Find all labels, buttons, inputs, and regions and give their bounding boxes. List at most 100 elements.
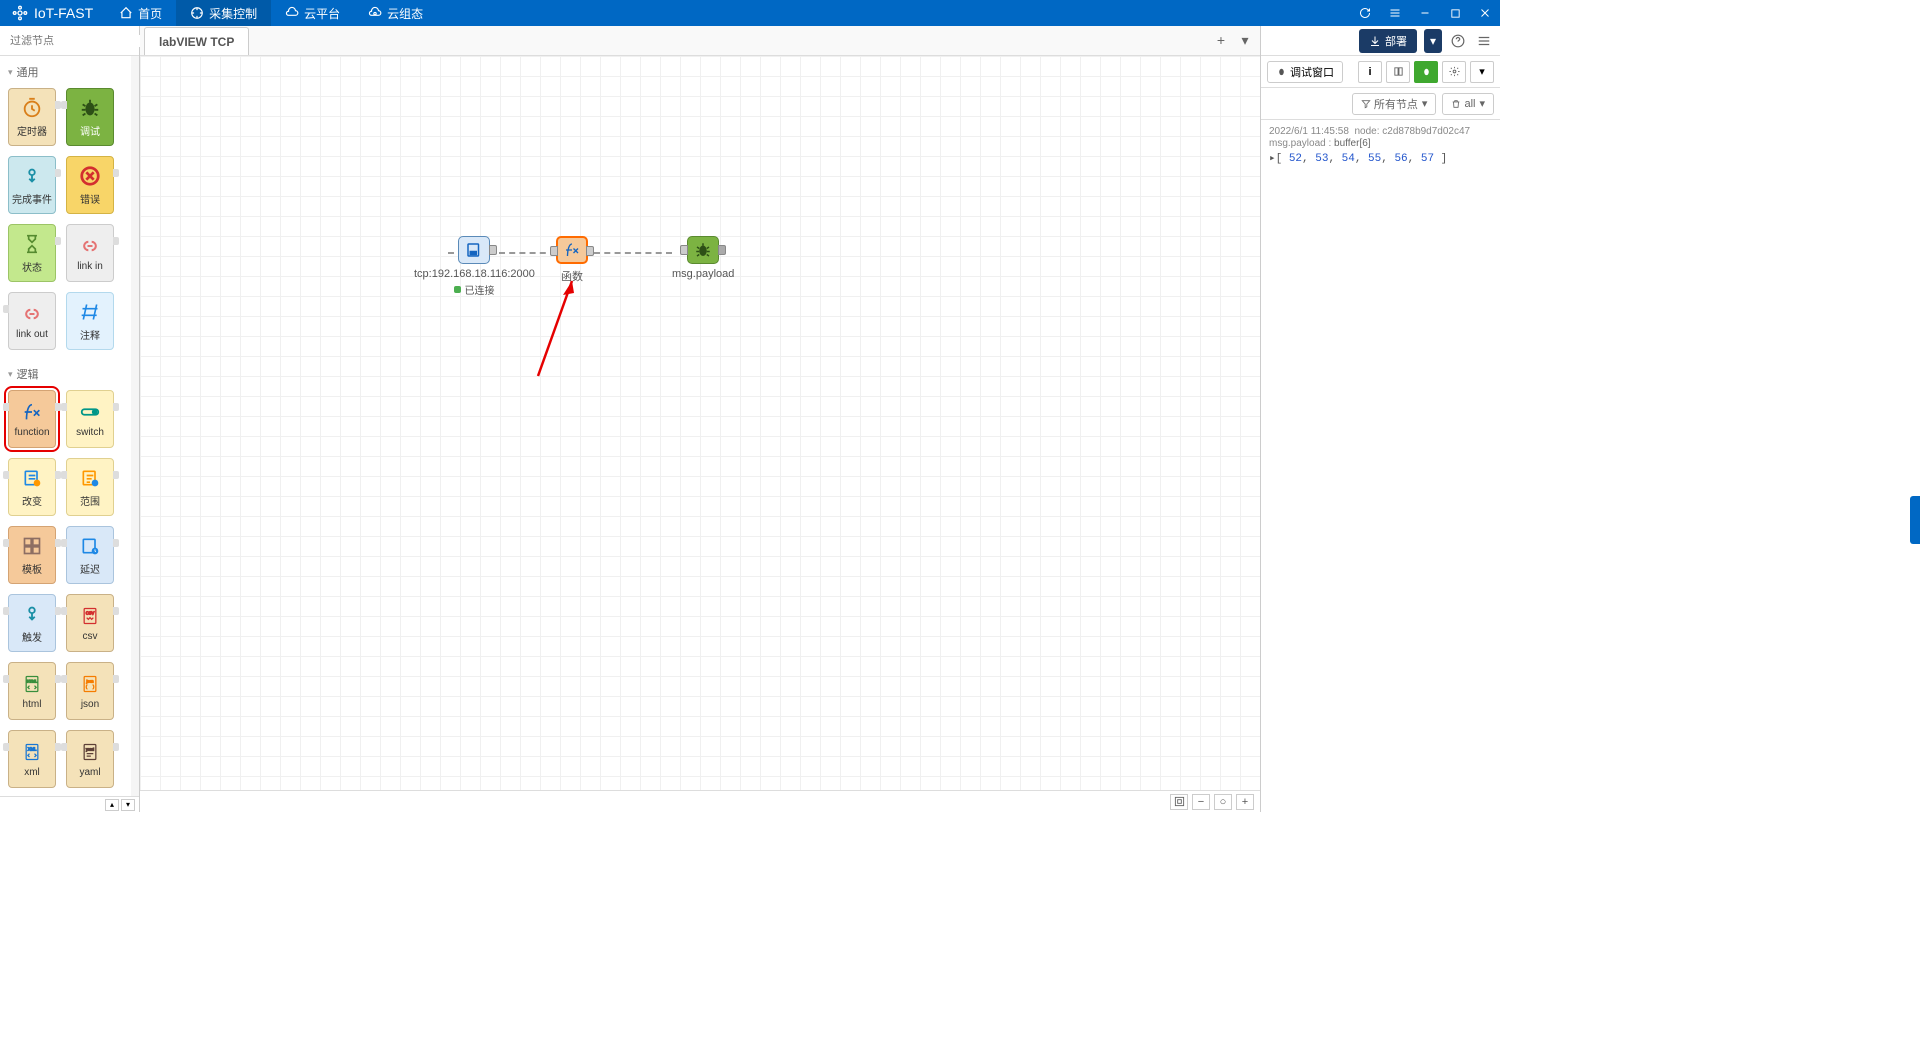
json-icon: json — [78, 672, 102, 696]
zoom-in-button[interactable]: + — [1236, 794, 1254, 810]
debug-entry-path: msg.payload : buffer[6] — [1269, 138, 1492, 149]
node-trigger[interactable]: 触发 — [8, 594, 56, 652]
node-delay[interactable]: 延迟 — [66, 526, 114, 584]
main-menu-button[interactable] — [1474, 31, 1494, 51]
nav-collect[interactable]: 采集控制 — [176, 0, 271, 26]
cloud-config-icon — [368, 6, 382, 20]
main: 通用 定时器 调试 完成事件 错误 状态 link in link out 注释… — [0, 26, 1500, 812]
right-edge-handle[interactable] — [1910, 496, 1920, 544]
node-json[interactable]: jsonjson — [66, 662, 114, 720]
bug-icon — [78, 96, 102, 120]
app-name: IoT-FAST — [34, 5, 93, 21]
tab-menu-button[interactable]: ▾ — [1236, 31, 1254, 49]
flow-node-debug[interactable]: msg.payload — [672, 236, 734, 280]
node-range[interactable]: 范围 — [66, 458, 114, 516]
node-link-in[interactable]: link in — [66, 224, 114, 282]
debug-active-button[interactable] — [1414, 61, 1438, 83]
palette-scrollbar[interactable] — [131, 56, 139, 796]
node-status[interactable]: 状态 — [8, 224, 56, 282]
settings-button[interactable] — [1442, 61, 1466, 83]
trash-icon — [1451, 99, 1461, 109]
palette-down-button[interactable]: ▾ — [121, 799, 135, 811]
palette-up-button[interactable]: ▴ — [105, 799, 119, 811]
node-switch[interactable]: switch — [66, 390, 114, 448]
bug-icon — [694, 241, 712, 259]
debug-content: 2022/6/1 11:45:58 node: c2d878b9d7d02c47… — [1261, 120, 1500, 812]
nav-cloud-config[interactable]: 云组态 — [354, 0, 437, 26]
help-button[interactable] — [1448, 31, 1468, 51]
node-yaml[interactable]: yamlyaml — [66, 730, 114, 788]
right-panel: 部署 ▾ 调试窗口 i ▾ 所有节点 ▾ — [1260, 26, 1500, 812]
function-icon — [563, 241, 581, 259]
flow-canvas[interactable]: tcp:192.168.18.116:2000 已连接 函数 msg.paylo… — [140, 56, 1260, 790]
arrow-annotation — [530, 271, 590, 381]
nav-cloud-platform[interactable]: 云平台 — [271, 0, 354, 26]
maximize-button[interactable] — [1440, 0, 1470, 26]
close-button[interactable] — [1470, 0, 1500, 26]
link-in-icon — [78, 234, 102, 258]
cat-logic[interactable]: 逻辑 — [6, 358, 133, 388]
collect-icon — [190, 6, 204, 20]
zoom-reset-button[interactable]: ○ — [1214, 794, 1232, 810]
deploy-menu-button[interactable]: ▾ — [1424, 29, 1442, 53]
clear-all-button[interactable]: all ▾ — [1442, 93, 1494, 115]
link-out-icon — [20, 302, 44, 326]
node-complete[interactable]: 完成事件 — [8, 156, 56, 214]
top-nav: 首页 采集控制 云平台 云组态 — [105, 0, 437, 26]
csv-icon: CSV — [78, 604, 102, 628]
app-logo: IoT-FAST — [0, 5, 105, 21]
node-timer[interactable]: 定时器 — [8, 88, 56, 146]
palette: 通用 定时器 调试 完成事件 错误 状态 link in link out 注释… — [0, 56, 139, 796]
yaml-icon: yaml — [78, 740, 102, 764]
svg-text:XML: XML — [28, 746, 37, 751]
add-tab-button[interactable]: + — [1212, 31, 1230, 49]
canvas-nav-button[interactable] — [1170, 794, 1188, 810]
sidebar-footer: ▴ ▾ — [0, 796, 139, 812]
wire-func-debug[interactable] — [594, 252, 672, 254]
home-icon — [119, 6, 133, 20]
range-icon — [78, 466, 102, 490]
delay-icon — [78, 534, 102, 558]
filter-nodes-button[interactable]: 所有节点 ▾ — [1352, 93, 1437, 115]
node-csv[interactable]: CSVcsv — [66, 594, 114, 652]
svg-text:yaml: yaml — [86, 747, 94, 751]
nav-home[interactable]: 首页 — [105, 0, 176, 26]
canvas-area: labVIEW TCP + ▾ tcp:192.168.18.116:2000 … — [140, 26, 1260, 812]
node-debug[interactable]: 调试 — [66, 88, 114, 146]
node-function[interactable]: function — [8, 390, 56, 448]
book-button[interactable] — [1386, 61, 1410, 83]
refresh-button[interactable] — [1350, 0, 1380, 26]
node-template[interactable]: 模板 — [8, 526, 56, 584]
deploy-button[interactable]: 部署 — [1359, 29, 1417, 53]
info-button[interactable]: i — [1358, 61, 1382, 83]
template-icon — [20, 534, 44, 558]
cat-general[interactable]: 通用 — [6, 56, 133, 86]
menu-button[interactable] — [1380, 0, 1410, 26]
node-html[interactable]: HTMLhtml — [8, 662, 56, 720]
zoom-out-button[interactable]: − — [1192, 794, 1210, 810]
node-change[interactable]: 改变 — [8, 458, 56, 516]
node-error[interactable]: 错误 — [66, 156, 114, 214]
error-icon — [78, 164, 102, 188]
palette-sidebar: 通用 定时器 调试 完成事件 错误 状态 link in link out 注释… — [0, 26, 140, 812]
node-xml[interactable]: XMLxml — [8, 730, 56, 788]
node-comment[interactable]: 注释 — [66, 292, 114, 350]
node-link-out[interactable]: link out — [8, 292, 56, 350]
svg-text:CSV: CSV — [86, 610, 95, 615]
debug-window-tab[interactable]: 调试窗口 — [1267, 61, 1343, 83]
change-icon — [20, 466, 44, 490]
minimize-button[interactable] — [1410, 0, 1440, 26]
grid-background — [140, 56, 1260, 790]
xml-icon: XML — [20, 740, 44, 764]
function-icon — [20, 400, 44, 424]
right-header: 部署 ▾ — [1261, 26, 1500, 56]
debug-entry-data[interactable]: ▸[ 52, 53, 54, 55, 56, 57 ] — [1269, 151, 1492, 165]
switch-icon — [78, 400, 102, 424]
html-icon: HTML — [20, 672, 44, 696]
panel-menu-button[interactable]: ▾ — [1470, 61, 1494, 83]
flow-node-tcp[interactable]: tcp:192.168.18.116:2000 已连接 — [414, 236, 535, 297]
touch-icon — [20, 164, 44, 188]
tab-labview-tcp[interactable]: labVIEW TCP — [144, 27, 249, 55]
filter-input[interactable] — [6, 35, 152, 47]
svg-text:HTML: HTML — [27, 679, 37, 683]
